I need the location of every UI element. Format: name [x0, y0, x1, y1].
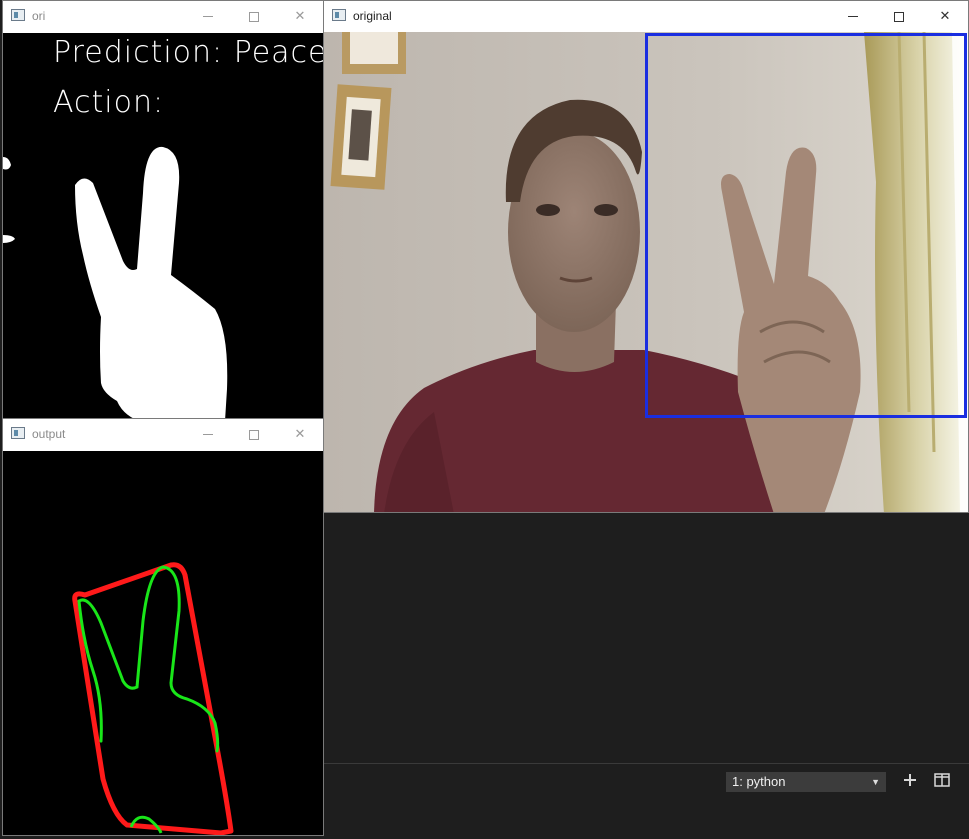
terminal-shell-select[interactable]: 1: python ▼ — [726, 772, 886, 792]
maximize-button[interactable] — [231, 419, 277, 449]
maximize-button[interactable] — [231, 1, 277, 31]
minimize-icon — [203, 434, 213, 436]
desktop: 1: python ▼ ori ✕ Prediction: Peace Acti… — [0, 0, 969, 839]
maximize-button[interactable] — [876, 1, 922, 31]
webcam-frame — [324, 32, 968, 512]
contour-image — [3, 451, 323, 835]
titlebar[interactable]: ori ✕ — [3, 1, 323, 31]
maximize-icon — [249, 429, 259, 440]
close-icon: ✕ — [939, 8, 951, 23]
maximize-icon — [894, 11, 904, 22]
terminal-shell-label: 1: python — [732, 774, 786, 789]
window-original[interactable]: original ✕ — [323, 0, 969, 513]
window-ori[interactable]: ori ✕ Prediction: Peace Action: — [2, 0, 324, 420]
close-button[interactable]: ✕ — [277, 1, 323, 31]
window-title: ori — [32, 9, 46, 23]
minimize-button[interactable] — [185, 419, 231, 449]
plus-icon[interactable] — [900, 772, 920, 792]
window-title: original — [353, 9, 392, 23]
minimize-button[interactable] — [830, 1, 876, 31]
minimize-icon — [848, 16, 858, 18]
window-output[interactable]: output ✕ — [2, 418, 324, 836]
close-button[interactable]: ✕ — [277, 419, 323, 449]
close-button[interactable]: ✕ — [922, 1, 968, 31]
titlebar[interactable]: output ✕ — [3, 419, 323, 449]
threshold-image: Prediction: Peace Action: — [3, 33, 323, 419]
close-icon: ✕ — [294, 426, 306, 441]
hand-mask — [3, 146, 228, 419]
contour-drawing — [72, 562, 234, 835]
chevron-down-icon: ▼ — [871, 777, 880, 787]
minimize-icon — [203, 16, 213, 18]
maximize-icon — [249, 11, 259, 22]
window-app-icon — [11, 427, 25, 439]
minimize-button[interactable] — [185, 1, 231, 31]
window-app-icon — [11, 9, 25, 21]
hand-contour — [77, 565, 220, 753]
titlebar[interactable]: original ✕ — [324, 1, 968, 31]
window-app-icon — [332, 9, 346, 21]
terminal-divider — [323, 763, 969, 764]
roi-bounding-box — [645, 33, 967, 418]
close-icon: ✕ — [294, 8, 306, 23]
window-title: output — [32, 427, 66, 441]
split-icon[interactable] — [932, 772, 952, 792]
